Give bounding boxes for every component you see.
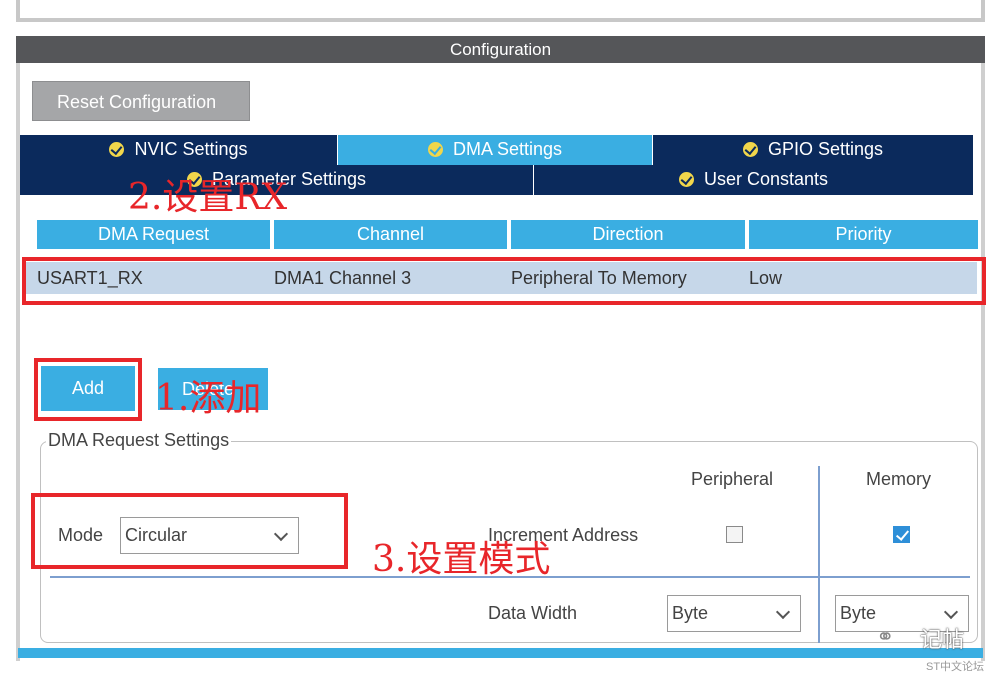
column-header-dma-request[interactable]: DMA Request [37,220,270,249]
horizontal-scrollbar[interactable] [18,648,983,658]
check-circle-icon [742,142,758,157]
check-circle-icon [427,142,443,157]
peripheral-data-width-select[interactable]: Byte [667,595,801,632]
column-header-priority[interactable]: Priority [749,220,978,249]
chevron-down-icon [943,604,959,620]
tab-gpio-settings[interactable]: GPIO Settings [653,135,974,165]
peripheral-increment-checkbox[interactable] [726,526,743,543]
tab-user-constants[interactable]: User Constants [534,165,974,195]
watermark-subtext: ST中文论坛 [926,661,985,673]
data-width-label: Data Width [488,603,578,623]
tab-nvic-settings[interactable]: NVIC Settings [20,135,338,165]
memory-increment-checkbox[interactable] [893,526,910,543]
column-header-direction[interactable]: Direction [511,220,745,249]
annotation-step3: 3.设置模式 [372,539,551,580]
check-circle-icon [678,172,694,187]
tab-label: NVIC Settings [134,139,248,159]
highlight-add-button [34,358,142,421]
configuration-header: Configuration [16,36,985,63]
column-header-channel[interactable]: Channel [274,220,507,249]
highlight-dma-row [22,257,986,305]
group-legend: DMA Request Settings [46,430,232,451]
column-divider [818,466,820,643]
tab-label: GPIO Settings [767,139,884,159]
tab-label: DMA Settings [452,139,563,159]
memory-width-value: Byte [840,603,877,623]
check-circle-icon [109,142,125,157]
tab-dma-settings[interactable]: DMA Settings [338,135,653,165]
highlight-mode-select [31,493,348,569]
annotation-step2: 2.设置RX [128,177,288,218]
memory-column-label: Memory [866,469,932,489]
wechat-icon: ⚭ [876,624,895,649]
peripheral-width-value: Byte [672,603,709,623]
reset-configuration-button[interactable]: Reset Configuration [32,81,250,121]
watermark-text: 记帖 [920,627,965,652]
tab-label: User Constants [703,169,829,189]
chevron-down-icon [775,604,791,620]
annotation-step1: 1.添加 [155,378,262,419]
peripheral-column-label: Peripheral [691,469,774,489]
top-panel-frame [16,0,985,22]
